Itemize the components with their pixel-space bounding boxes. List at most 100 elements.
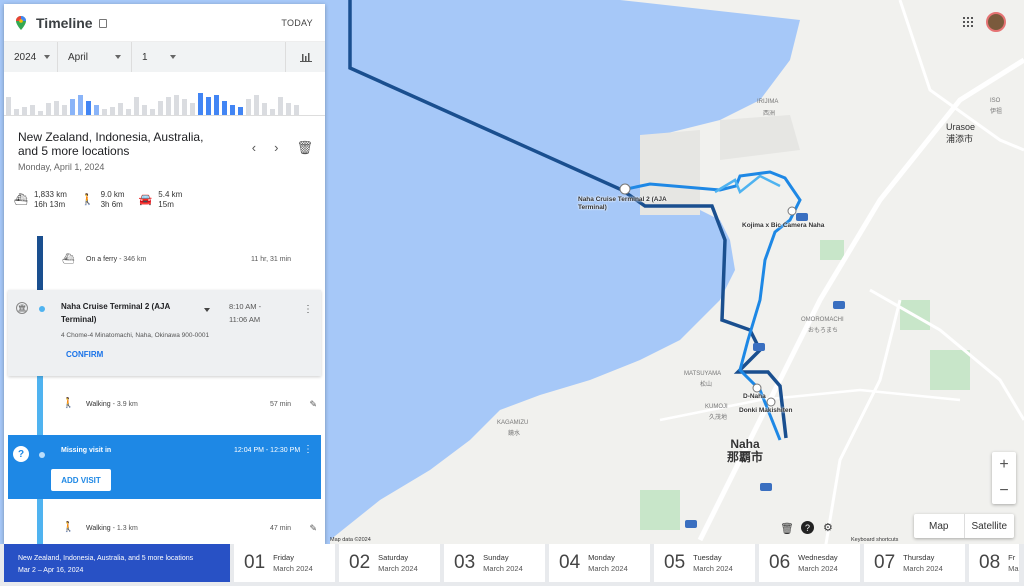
histogram-bar[interactable] <box>126 109 131 115</box>
map-type-switcher[interactable]: Map Satellite <box>914 514 1014 538</box>
map-label-urasoe-jp: 浦添市 <box>946 134 974 144</box>
apps-grid-icon[interactable] <box>963 17 973 27</box>
month-select[interactable]: April <box>58 42 132 72</box>
day-card[interactable]: 06 Wednesday March 2024 <box>759 544 860 582</box>
histogram-bar[interactable] <box>78 95 83 115</box>
chevron-down-icon <box>44 55 51 59</box>
day-number: 01 <box>244 552 266 573</box>
histogram-bar[interactable] <box>166 97 171 115</box>
histogram-bar[interactable] <box>110 107 115 115</box>
zoom-control[interactable]: + − <box>992 452 1016 504</box>
day-select[interactable]: 1 <box>132 42 186 72</box>
more-vert-icon[interactable]: ⋮ <box>303 444 313 455</box>
edit-wand-icon[interactable]: ✎ <box>309 399 317 410</box>
help-icon[interactable]: ? <box>801 521 814 534</box>
park <box>930 350 970 390</box>
chevron-down-icon <box>170 55 176 59</box>
today-button[interactable]: TODAY <box>281 18 313 28</box>
histogram-bar[interactable] <box>70 99 75 115</box>
trip-card[interactable]: New Zealand, Indonesia, Australia, and 5… <box>4 544 230 582</box>
next-day-chevron-icon[interactable]: › <box>274 140 278 156</box>
histogram-bar[interactable] <box>30 105 35 115</box>
histogram-bar[interactable] <box>198 93 203 115</box>
confirm-button[interactable]: CONFIRM <box>66 350 103 359</box>
histogram-bar[interactable] <box>94 105 99 115</box>
year-select[interactable]: 2024 <box>4 42 58 72</box>
timeline-visit-card[interactable]: 🏛 Naha Cruise Terminal 2 (AJA Terminal) … <box>8 290 321 376</box>
day-card[interactable]: 07 Thursday March 2024 <box>864 544 965 582</box>
histogram-bar[interactable] <box>102 109 107 115</box>
visit-address: 4 Chome-4 Minatomachi, Naha, Okinawa 900… <box>61 332 210 339</box>
day-summary-date: Monday, April 1, 2024 <box>18 162 105 172</box>
day-name: Thursday March 2024 <box>903 552 943 574</box>
settings-gear-icon[interactable]: ⚙ <box>823 521 833 534</box>
histogram-bar[interactable] <box>86 101 91 115</box>
histogram-bar[interactable] <box>150 109 155 115</box>
histogram-bar[interactable] <box>214 95 219 115</box>
map-label-cruise-terminal: Naha Cruise Terminal 2 (AJA Terminal) <box>578 196 667 211</box>
histogram-bar[interactable] <box>6 97 11 115</box>
histogram-bar[interactable] <box>206 97 211 115</box>
avatar[interactable] <box>986 12 1006 32</box>
histogram-bar[interactable] <box>134 97 139 115</box>
more-vert-icon[interactable]: ⋮ <box>303 304 313 315</box>
park <box>820 240 844 260</box>
keyboard-shortcuts-link[interactable]: Keyboard shortcuts <box>851 537 898 543</box>
histogram-bar[interactable] <box>286 103 291 115</box>
histogram-bar[interactable] <box>254 95 259 115</box>
histogram-bar[interactable] <box>62 105 67 115</box>
histogram-bar[interactable] <box>190 103 195 115</box>
histogram-bar[interactable] <box>246 99 251 115</box>
map-label-matsuyama: MATSUYAMA <box>684 371 722 377</box>
histogram-bar[interactable] <box>38 111 43 115</box>
histogram-bar[interactable] <box>118 103 123 115</box>
stats-chart-button[interactable] <box>285 42 325 72</box>
day-card[interactable]: 04 Monday March 2024 <box>549 544 650 582</box>
histogram-bar[interactable] <box>174 95 179 115</box>
previous-day-chevron-icon[interactable]: ‹ <box>252 140 256 156</box>
edit-wand-icon[interactable]: ✎ <box>309 523 317 534</box>
day-card[interactable]: 03 Sunday March 2024 <box>444 544 545 582</box>
histogram-bar[interactable] <box>158 101 163 115</box>
trash-icon[interactable]: 🗑 <box>780 522 794 535</box>
delete-day-trash-icon[interactable]: 🗑 <box>296 140 313 156</box>
route-shield <box>760 483 772 491</box>
day-card[interactable]: 08 Fr Ma <box>969 544 1019 582</box>
chevron-down-icon[interactable] <box>204 308 210 312</box>
histogram-bar[interactable] <box>294 105 299 115</box>
histogram-bar[interactable] <box>238 107 243 115</box>
map-data-attribution: Map data ©2024 <box>330 537 371 543</box>
day-value: 1 <box>142 51 148 63</box>
visit-place-name[interactable]: Naha Cruise Terminal 2 (AJA Terminal) <box>61 300 191 326</box>
map-type-satellite-button[interactable]: Satellite <box>963 514 1015 538</box>
map-type-map-button[interactable]: Map <box>914 514 964 538</box>
histogram-bar[interactable] <box>182 99 187 115</box>
help-icon: ? <box>13 446 29 462</box>
day-card[interactable]: 02 Saturday March 2024 <box>339 544 440 582</box>
histogram-bar[interactable] <box>270 109 275 115</box>
histogram-bar[interactable] <box>54 101 59 115</box>
stat-walk: 🚶 9.0 km 3h 6m <box>81 190 125 210</box>
stat-ferry-time: 16h 13m <box>33 200 66 209</box>
histogram-bar[interactable] <box>142 105 147 115</box>
add-visit-button[interactable]: ADD VISIT <box>51 469 111 491</box>
day-card[interactable]: 01 Friday March 2024 <box>234 544 335 582</box>
day-card[interactable]: 05 Tuesday March 2024 <box>654 544 755 582</box>
histogram-bar[interactable] <box>230 105 235 115</box>
histogram-bar[interactable] <box>222 101 227 115</box>
zoom-in-button[interactable]: + <box>999 456 1008 474</box>
activity-histogram[interactable] <box>4 72 325 116</box>
histogram-bar[interactable] <box>14 109 19 115</box>
histogram-bar[interactable] <box>22 107 27 115</box>
car-icon: 🚘 <box>138 194 153 206</box>
map-label-naha-jp: 那覇市 <box>727 450 764 464</box>
map-label-naha: Naha 那覇市 <box>727 438 763 464</box>
histogram-bar[interactable] <box>46 103 51 115</box>
zoom-out-button[interactable]: − <box>999 482 1008 500</box>
histogram-bar[interactable] <box>262 103 267 115</box>
ferry-label-text: On a ferry <box>86 256 118 263</box>
histogram-bar[interactable] <box>278 97 283 115</box>
day-weekday: Tuesday <box>693 553 722 562</box>
day-nav: ‹ › 🗑 <box>252 140 313 156</box>
missing-visit-card[interactable]: ? Missing visit in 12:04 PM - 12:30 PM ⋮… <box>8 435 321 499</box>
